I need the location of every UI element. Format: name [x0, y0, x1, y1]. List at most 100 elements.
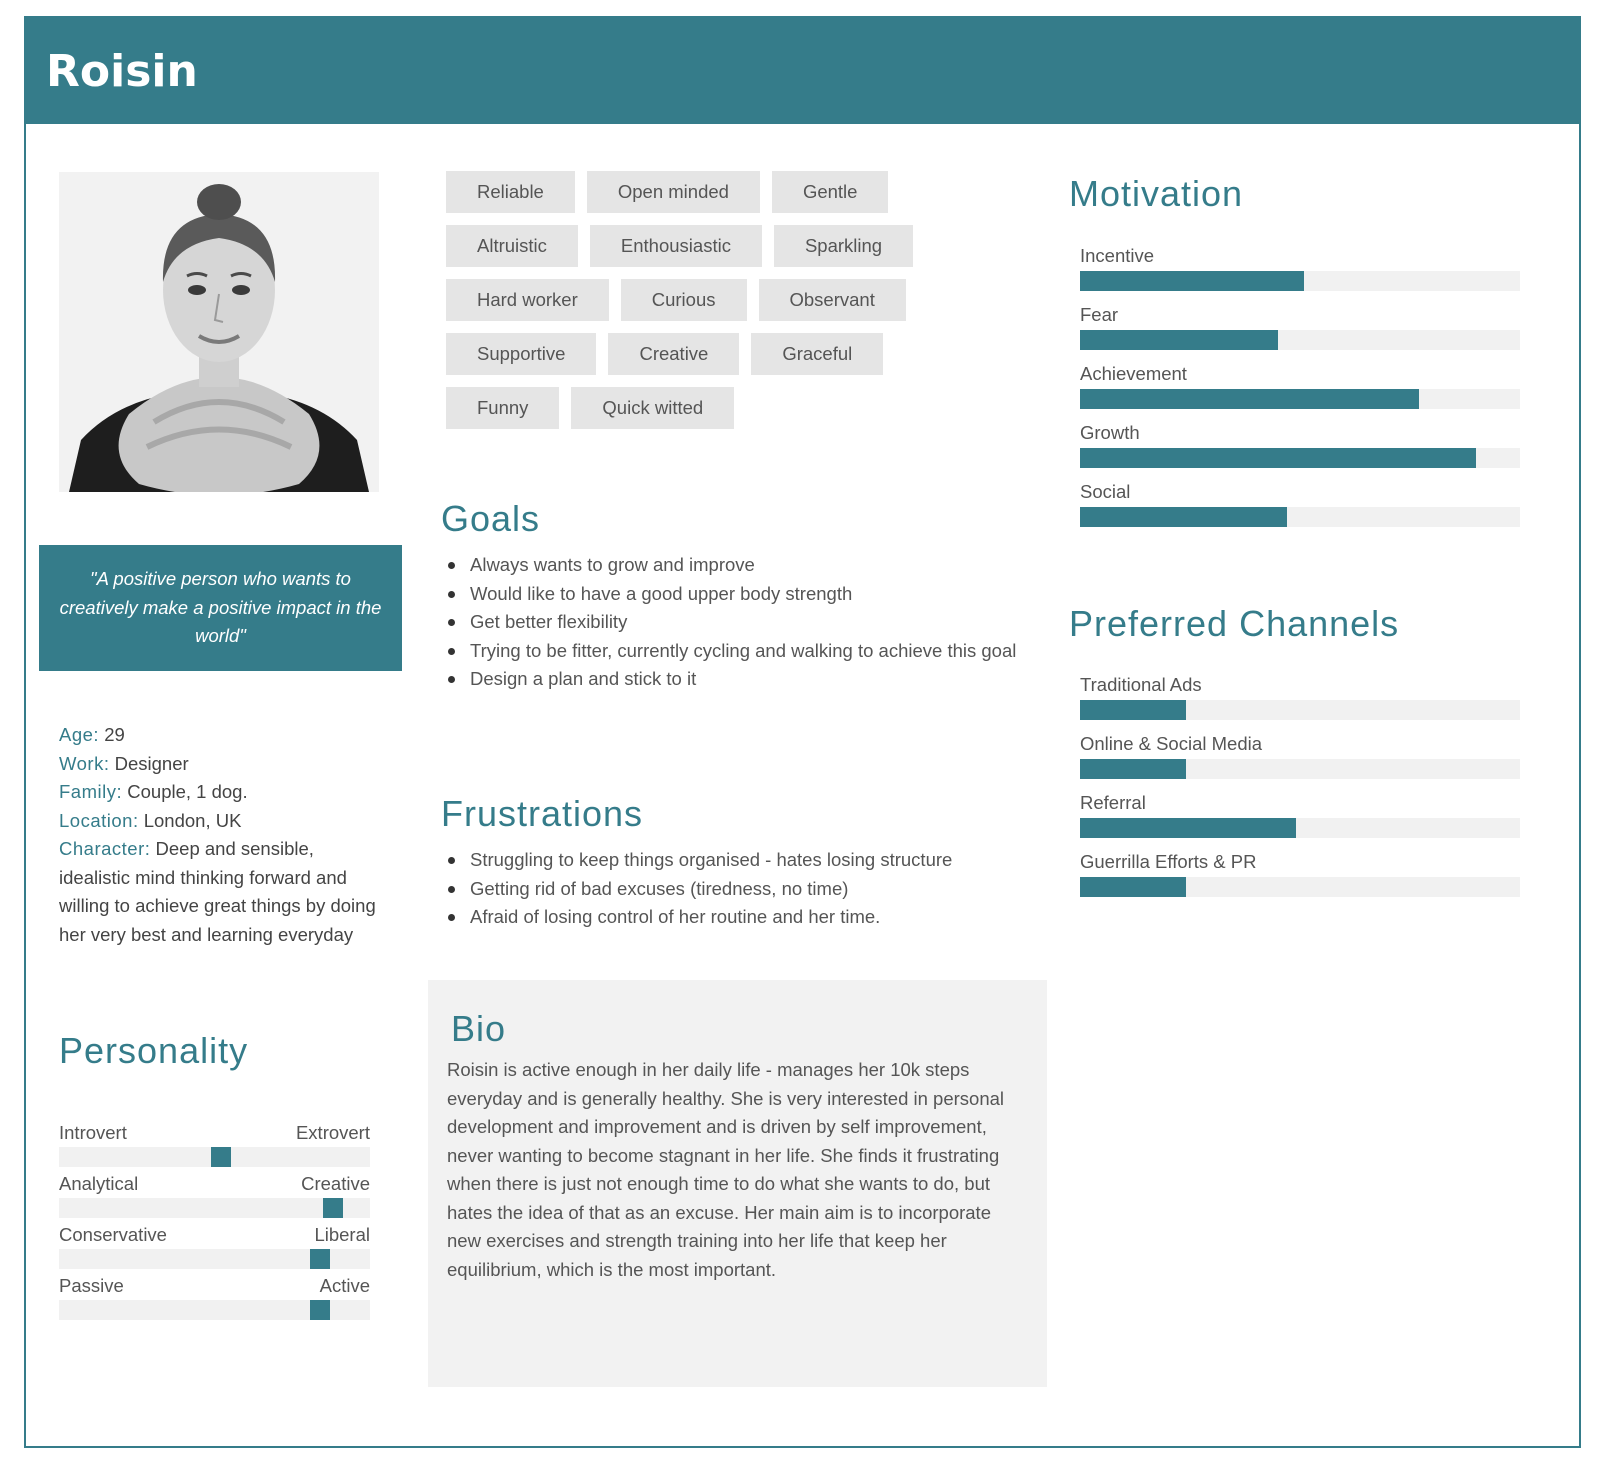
channels-bars: Traditional Ads Online & Social Media Re… — [1080, 674, 1520, 910]
channel-track — [1080, 877, 1520, 897]
goal-item: Always wants to grow and improve — [446, 551, 1026, 580]
channel-bar — [1080, 759, 1186, 779]
channel-track — [1080, 759, 1520, 779]
fact-value-work: Designer — [109, 752, 189, 774]
trait-tag: Curious — [620, 279, 747, 321]
trait-tag: Sparkling — [773, 225, 914, 267]
channel-row: Traditional Ads — [1080, 674, 1520, 733]
personality-marker — [310, 1300, 331, 1320]
trait-tag: Hard worker — [446, 279, 609, 321]
channel-bar — [1080, 877, 1186, 897]
motivation-bars: Incentive Fear Achievement Growth Social — [1080, 245, 1520, 540]
motivation-bar — [1080, 389, 1419, 409]
fact-key-work: Work: — [59, 752, 110, 774]
motivation-bar — [1080, 271, 1305, 291]
personality-left-label: Conservative — [59, 1224, 167, 1245]
trait-tag: Funny — [446, 387, 560, 429]
trait-tag: Enthousiastic — [589, 225, 762, 267]
motivation-title: Motivation — [1069, 173, 1244, 214]
channel-label: Traditional Ads — [1080, 674, 1202, 695]
channel-track — [1080, 700, 1520, 720]
personality-track — [59, 1249, 370, 1269]
frustrations-title: Frustrations — [441, 793, 644, 834]
portrait-image — [59, 172, 379, 492]
personality-track — [59, 1300, 370, 1320]
personality-sliders: Introvert Extrovert Analytical Creative … — [59, 1122, 370, 1326]
bio-text: Roisin is active enough in her daily lif… — [447, 1059, 1005, 1280]
motivation-row: Incentive — [1080, 245, 1520, 304]
personality-left-label: Analytical — [59, 1173, 139, 1194]
personality-left-label: Introvert — [59, 1122, 127, 1143]
personality-row: Passive Active — [59, 1275, 370, 1326]
personality-track — [59, 1147, 370, 1167]
channel-row: Referral — [1080, 792, 1520, 851]
channel-label: Online & Social Media — [1080, 733, 1263, 754]
personality-title: Personality — [59, 1030, 249, 1071]
bio-title: Bio — [451, 1008, 507, 1049]
trait-tag-row: Reliable Open minded Gentle — [446, 171, 966, 213]
channel-bar — [1080, 818, 1296, 838]
motivation-row: Growth — [1080, 422, 1520, 481]
fact-value-family: Couple, 1 dog. — [122, 781, 248, 802]
motivation-track — [1080, 448, 1520, 468]
personality-right-label: Active — [319, 1275, 370, 1296]
motivation-track — [1080, 389, 1520, 409]
trait-tag: Gentle — [771, 171, 889, 213]
motivation-label: Fear — [1080, 304, 1119, 325]
fact-key-age: Age: — [59, 724, 100, 745]
frustrations-list: Struggling to keep things organised - ha… — [446, 846, 1026, 932]
frustration-item: Afraid of losing control of her routine … — [446, 903, 1026, 932]
trait-tag-row: Supportive Creative Graceful — [446, 333, 966, 375]
channel-row: Guerrilla Efforts & PR — [1080, 851, 1520, 910]
frustration-item: Getting rid of bad excuses (tiredness, n… — [446, 875, 1026, 904]
motivation-bar — [1080, 330, 1278, 350]
trait-tag-row: Altruistic Enthousiastic Sparkling — [446, 225, 966, 267]
bio-panel: Bio Roisin is active enough in her daily… — [428, 980, 1047, 1387]
channel-label: Referral — [1080, 792, 1146, 813]
channel-label: Guerrilla Efforts & PR — [1080, 851, 1257, 872]
persona-card: Roisin "A positive person who wants to c… — [24, 16, 1581, 1448]
motivation-bar — [1080, 448, 1476, 468]
persona-photo — [59, 172, 379, 492]
trait-tags: Reliable Open minded Gentle Altruistic E… — [446, 171, 966, 441]
channel-row: Online & Social Media — [1080, 733, 1520, 792]
frustration-item: Struggling to keep things organised - ha… — [446, 846, 1026, 875]
motivation-label: Achievement — [1080, 363, 1187, 384]
fact-key-character: Character: — [59, 838, 151, 859]
trait-tag: Reliable — [446, 171, 575, 213]
trait-tag: Quick witted — [571, 387, 735, 429]
channel-track — [1080, 818, 1520, 838]
trait-tag: Supportive — [446, 333, 597, 375]
goal-item: Would like to have a good upper body str… — [446, 580, 1026, 609]
channel-bar — [1080, 700, 1186, 720]
personality-row: Analytical Creative — [59, 1173, 370, 1224]
trait-tag: Open minded — [586, 171, 760, 213]
goal-item: Get better flexibility — [446, 608, 1026, 637]
motivation-row: Achievement — [1080, 363, 1520, 422]
trait-tag: Observant — [758, 279, 906, 321]
trait-tag-row: Hard worker Curious Observant — [446, 279, 966, 321]
trait-tag: Altruistic — [446, 225, 578, 267]
goal-item: Design a plan and stick to it — [446, 665, 1026, 694]
personality-marker — [310, 1249, 331, 1269]
personality-row: Conservative Liberal — [59, 1224, 370, 1275]
motivation-track — [1080, 330, 1520, 350]
personality-row: Introvert Extrovert — [59, 1122, 370, 1173]
goal-item: Trying to be fitter, currently cycling a… — [446, 637, 1026, 666]
motivation-row: Social — [1080, 481, 1520, 540]
trait-tag: Creative — [608, 333, 740, 375]
personality-marker — [210, 1147, 231, 1167]
motivation-label: Social — [1080, 481, 1131, 502]
personality-marker — [322, 1198, 343, 1218]
persona-header: Roisin — [26, 18, 1579, 124]
motivation-track — [1080, 507, 1520, 527]
personality-right-label: Liberal — [314, 1224, 370, 1245]
personality-left-label: Passive — [59, 1275, 124, 1296]
persona-name: Roisin — [46, 46, 198, 97]
motivation-track — [1080, 271, 1520, 291]
trait-tag: Graceful — [751, 333, 884, 375]
motivation-label: Growth — [1080, 422, 1140, 443]
personality-right-label: Creative — [301, 1173, 370, 1194]
fact-value-age: 29 — [99, 724, 125, 745]
motivation-row: Fear — [1080, 304, 1520, 363]
